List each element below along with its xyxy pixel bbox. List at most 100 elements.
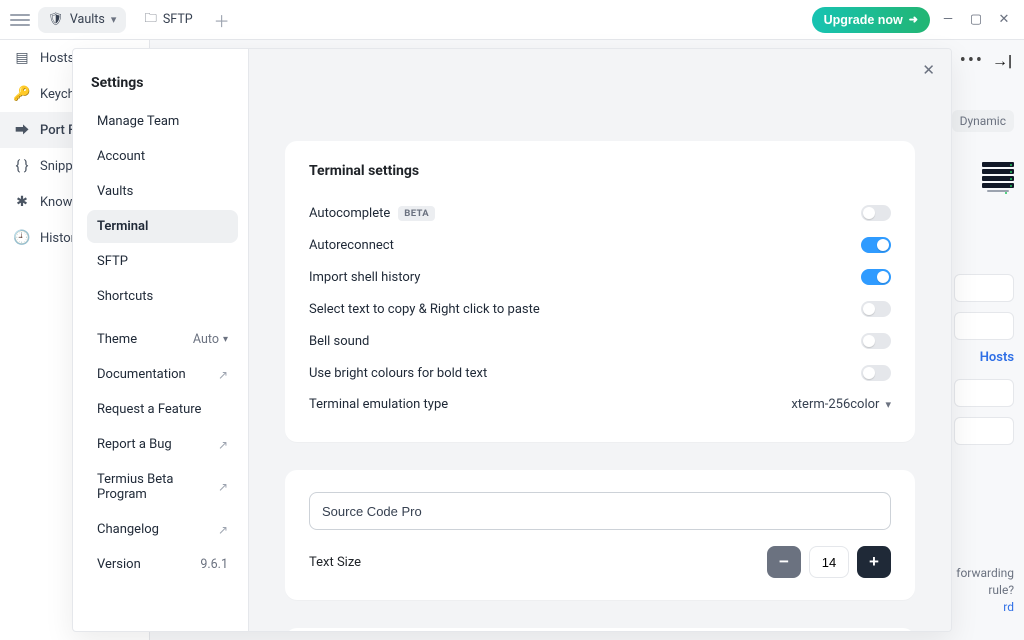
folder-tab[interactable]: 🗀 SFTP	[134, 7, 202, 33]
setting-row-autocomplete: Autocomplete BETA	[309, 197, 891, 229]
menu-icon[interactable]	[10, 10, 30, 30]
settings-nav-label: Changelog	[97, 522, 159, 537]
settings-nav-label: Report a Bug	[97, 437, 172, 452]
settings-nav-sftp[interactable]: SFTP	[87, 245, 238, 278]
card-title: Terminal settings	[309, 163, 891, 179]
text-size-stepper: − +	[767, 546, 891, 578]
settings-nav-label: SFTP	[97, 254, 128, 269]
copy-paste-toggle[interactable]	[861, 301, 891, 317]
text-size-label: Text Size	[309, 555, 361, 570]
settings-nav-vaults[interactable]: Vaults	[87, 175, 238, 208]
text-size-input[interactable]	[809, 546, 849, 578]
import-history-toggle[interactable]	[861, 269, 891, 285]
text-size-decrease-button[interactable]: −	[767, 546, 801, 578]
chevron-down-icon: ▾	[111, 13, 117, 26]
external-link-icon: ↗	[218, 480, 228, 494]
settings-nav-label: Shortcuts	[97, 289, 153, 304]
setting-row-autoreconnect: Autoreconnect	[309, 229, 891, 261]
titlebar: 🛡 Vaults ▾ 🗀 SFTP ＋ Upgrade now ➜ — ▢ ✕	[0, 0, 1024, 40]
dynamic-chip[interactable]: Dynamic	[952, 110, 1014, 132]
braces-icon: { }	[14, 158, 30, 174]
bg-field[interactable]	[954, 312, 1014, 340]
setting-label: Terminal emulation type	[309, 397, 448, 412]
hosts-icon: ▤	[14, 50, 30, 66]
terminal-settings-card: Terminal settings Autocomplete BETA Auto…	[285, 141, 915, 442]
settings-nav-terminal[interactable]: Terminal	[87, 210, 238, 243]
settings-content: Terminal settings Autocomplete BETA Auto…	[249, 49, 951, 631]
emulation-select[interactable]: xterm-256color ▾	[791, 397, 891, 412]
window-close-button[interactable]: ✕	[994, 10, 1014, 30]
server-icon	[982, 162, 1014, 194]
arrow-right-icon: ➜	[909, 13, 918, 26]
window-maximize-button[interactable]: ▢	[966, 10, 986, 30]
theme-value: Auto	[193, 332, 219, 347]
autoreconnect-toggle[interactable]	[861, 237, 891, 253]
chevron-down-icon: ▾	[223, 334, 228, 345]
overflow-menu-icon[interactable]: •••	[960, 50, 984, 71]
new-tab-button[interactable]: ＋	[211, 9, 233, 31]
settings-nav-request-feature[interactable]: Request a Feature	[87, 393, 238, 426]
forward-icon: ⮕	[14, 122, 30, 138]
folder-tab-label: SFTP	[163, 12, 193, 27]
setting-label: Bell sound	[309, 334, 369, 349]
setting-label: Autoreconnect	[309, 238, 394, 253]
help-link[interactable]: rd	[1003, 600, 1014, 614]
setting-label: Import shell history	[309, 270, 420, 285]
bg-field[interactable]	[954, 274, 1014, 302]
settings-nav-label: Documentation	[97, 367, 186, 382]
settings-nav-manage-team[interactable]: Manage Team	[87, 105, 238, 138]
settings-sidebar: Settings Manage Team Account Vaults Term…	[73, 49, 249, 631]
hosts-link[interactable]: Hosts	[980, 350, 1014, 365]
settings-nav-label: Version	[97, 557, 141, 572]
settings-nav-label: Theme	[97, 332, 137, 347]
autocomplete-toggle[interactable]	[861, 205, 891, 221]
emulation-value: xterm-256color	[791, 397, 879, 412]
close-icon[interactable]: ✕	[922, 61, 935, 79]
terminal-theme-card: Terminal theme	[285, 628, 915, 631]
beta-badge: BETA	[398, 206, 435, 221]
settings-nav-account[interactable]: Account	[87, 140, 238, 173]
font-card: Text Size − +	[285, 470, 915, 600]
settings-nav-label: Account	[97, 149, 145, 164]
setting-row-copy-paste: Select text to copy & Right click to pas…	[309, 293, 891, 325]
upgrade-label: Upgrade now	[824, 13, 903, 27]
external-link-icon: ↗	[218, 368, 228, 382]
bell-sound-toggle[interactable]	[861, 333, 891, 349]
setting-row-bell-sound: Bell sound	[309, 325, 891, 357]
folder-icon: 🗀	[144, 9, 157, 30]
chevron-down-icon: ▾	[885, 398, 891, 411]
settings-modal: ✕ Settings Manage Team Account Vaults Te…	[72, 48, 952, 632]
version-value: 9.6.1	[200, 557, 228, 572]
settings-title: Settings	[91, 75, 234, 91]
settings-nav-theme[interactable]: Theme Auto ▾	[87, 323, 238, 356]
vaults-dropdown[interactable]: 🛡 Vaults ▾	[38, 7, 126, 33]
globe-icon: ✱	[14, 194, 30, 210]
settings-nav-version: Version 9.6.1	[87, 548, 238, 581]
vaults-label: Vaults	[70, 12, 105, 27]
settings-nav-shortcuts[interactable]: Shortcuts	[87, 280, 238, 313]
settings-nav-report-bug[interactable]: Report a Bug ↗	[87, 428, 238, 461]
clock-icon: 🕘	[14, 230, 30, 246]
settings-nav-documentation[interactable]: Documentation ↗	[87, 358, 238, 391]
external-link-icon: ↗	[218, 523, 228, 537]
window-minimize-button[interactable]: —	[938, 10, 958, 30]
settings-nav-changelog[interactable]: Changelog ↗	[87, 513, 238, 546]
exit-icon[interactable]: →|	[992, 51, 1012, 71]
setting-row-bright-bold: Use bright colours for bold text	[309, 357, 891, 389]
settings-nav-label: Vaults	[97, 184, 133, 199]
setting-label: Use bright colours for bold text	[309, 366, 487, 381]
setting-label: Autocomplete	[309, 206, 390, 221]
text-size-increase-button[interactable]: +	[857, 546, 891, 578]
settings-nav-label: Request a Feature	[97, 402, 201, 417]
setting-row-import-history: Import shell history	[309, 261, 891, 293]
settings-nav-label: Terminal	[97, 219, 148, 234]
bg-field[interactable]	[954, 379, 1014, 407]
setting-label: Select text to copy & Right click to pas…	[309, 302, 540, 317]
settings-nav-label: Termius Beta Program	[97, 472, 218, 502]
sidebar-item-label: Hosts	[40, 51, 74, 66]
settings-nav-beta-program[interactable]: Termius Beta Program ↗	[87, 463, 238, 511]
bg-field[interactable]	[954, 417, 1014, 445]
upgrade-button[interactable]: Upgrade now ➜	[812, 7, 930, 33]
bright-bold-toggle[interactable]	[861, 365, 891, 381]
font-family-input[interactable]	[309, 492, 891, 530]
